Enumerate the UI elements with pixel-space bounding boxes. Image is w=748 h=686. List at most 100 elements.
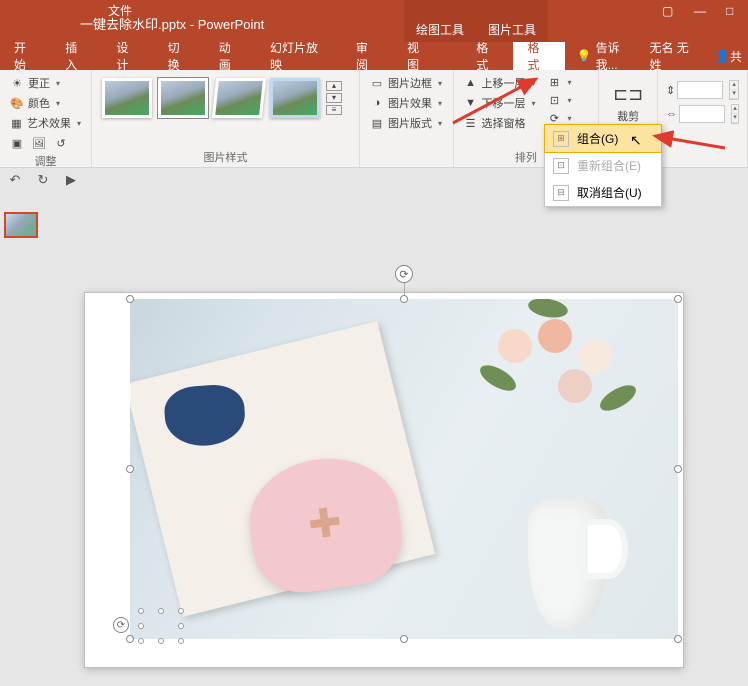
rotate-handle-small[interactable]: ⟳ [113, 617, 129, 633]
rotate-handle[interactable]: ⟳ [395, 265, 413, 283]
width-input[interactable] [679, 105, 725, 123]
tell-me-search[interactable]: 💡 告诉我... [577, 42, 640, 70]
tell-me-label: 告诉我... [596, 39, 640, 73]
resize-handle-n[interactable] [400, 295, 408, 303]
minimize-icon[interactable]: ― [694, 4, 706, 16]
resize-handle-s[interactable] [400, 635, 408, 643]
crop-label[interactable]: 裁剪 [614, 108, 642, 124]
slide-canvas-area[interactable]: ⟳ [44, 192, 748, 686]
chevron-up-icon[interactable]: ▴ [326, 81, 342, 91]
selection-pane-button[interactable]: ☰ 选择窗格 [462, 114, 538, 132]
compress-icon[interactable]: ▣ [10, 136, 24, 150]
group-button[interactable]: ⊡▾ [546, 92, 574, 108]
account-name[interactable]: 无名 无姓 [639, 42, 709, 70]
picture-style-item[interactable] [212, 78, 266, 118]
share-icon: 👤 [715, 49, 730, 63]
slide-thumbnail-1[interactable] [4, 212, 38, 238]
resize-handle[interactable] [138, 623, 144, 629]
slideshow-icon[interactable]: ▶ [64, 173, 78, 187]
artistic-icon: ▦ [10, 116, 23, 130]
group-adjust: ☀ 更正 ▾ 🎨 颜色 ▾ ▦ 艺术效果 ▾ ▣ 🖼 ↺ 调整 [0, 70, 92, 167]
color-button[interactable]: 🎨 颜色 ▾ [8, 94, 83, 112]
ribbon-options-icon[interactable]: ▢ [662, 4, 674, 16]
artistic-effects-button[interactable]: ▦ 艺术效果 ▾ [8, 114, 83, 132]
share-button[interactable]: 👤 共 [709, 42, 748, 70]
selected-picture[interactable]: ⟳ [130, 299, 678, 639]
picture-style-gallery[interactable]: ▴ ▾ ≡ [100, 74, 344, 122]
align-button[interactable]: ⊞▾ [546, 74, 574, 90]
picture-layout-button[interactable]: ▤ 图片版式 ▾ [368, 114, 445, 132]
picture-style-item[interactable] [158, 78, 208, 118]
tab-view[interactable]: 视图 [393, 42, 444, 70]
effects-icon: ◑ [370, 96, 384, 110]
slide-thumbnail-pane[interactable] [0, 192, 44, 686]
menu-group[interactable]: ⊞ 组合(G) [545, 125, 661, 152]
tab-insert[interactable]: 插入 [51, 42, 102, 70]
change-picture-icon[interactable]: 🖼 [32, 136, 46, 150]
artistic-label: 艺术效果 [27, 115, 71, 131]
gallery-scroll[interactable]: ▴ ▾ ≡ [326, 78, 342, 118]
picture-layout-label: 图片版式 [388, 115, 432, 131]
chevron-down-icon: ▾ [56, 79, 60, 88]
tab-transitions[interactable]: 切换 [154, 42, 205, 70]
tab-review[interactable]: 审阅 [342, 42, 393, 70]
tab-format-picture[interactable]: 格式 [513, 42, 564, 70]
resize-handle-se[interactable] [674, 635, 682, 643]
resize-handle-w[interactable] [126, 465, 134, 473]
resize-handle[interactable] [138, 638, 144, 644]
picture-border-button[interactable]: ▭ 图片边框 ▾ [368, 74, 445, 92]
bring-forward-button[interactable]: ▲ 上移一层 ▾ [462, 74, 538, 92]
repeat-icon[interactable]: ↻ [36, 173, 50, 187]
secondary-selected-shape[interactable]: ⟳ [141, 611, 181, 641]
undo-icon[interactable]: ↶ [8, 173, 22, 187]
resize-handle-e[interactable] [674, 465, 682, 473]
picture-effects-button[interactable]: ◑ 图片效果 ▾ [368, 94, 445, 112]
resize-handle[interactable] [178, 623, 184, 629]
slide-canvas[interactable]: ⟳ [84, 292, 684, 668]
resize-handle[interactable] [178, 638, 184, 644]
chevron-down-icon[interactable]: ▾ [326, 93, 342, 103]
chevron-down-icon: ▾ [438, 119, 442, 128]
height-input[interactable] [677, 81, 723, 99]
selection-pane-icon: ☰ [464, 116, 478, 130]
menu-ungroup-label: 取消组合(U) [577, 184, 642, 201]
chevron-down-icon: ▾ [532, 99, 536, 108]
vase-graphic [498, 429, 638, 629]
resize-handle[interactable] [158, 638, 164, 644]
resize-handle[interactable] [138, 608, 144, 614]
corrections-button[interactable]: ☀ 更正 ▾ [8, 74, 83, 92]
height-spinner[interactable]: ▴▾ [729, 80, 739, 100]
resize-handle-sw[interactable] [126, 635, 134, 643]
group-picture-format-opts: ▭ 图片边框 ▾ ◑ 图片效果 ▾ ▤ 图片版式 ▾ [360, 70, 454, 167]
tab-animations[interactable]: 动画 [205, 42, 256, 70]
width-row: ⇔ ▴▾ [666, 104, 739, 124]
menu-ungroup[interactable]: ⊟ 取消组合(U) [545, 179, 661, 206]
reset-picture-icon[interactable]: ↺ [54, 136, 68, 150]
width-spinner[interactable]: ▴▾ [731, 104, 739, 124]
more-icon[interactable]: ≡ [326, 105, 342, 115]
group-label-adjust: 调整 [8, 151, 83, 171]
tab-design[interactable]: 设计 [102, 42, 153, 70]
resize-handle-ne[interactable] [674, 295, 682, 303]
tab-format-drawing[interactable]: 格式 [462, 42, 513, 70]
picture-style-item[interactable] [270, 78, 320, 118]
tab-slideshow[interactable]: 幻灯片放映 [256, 42, 342, 70]
crop-icon[interactable]: ⊏⊐ [614, 80, 642, 108]
workspace: ⟳ [0, 192, 748, 686]
window-title: 一键去除水印.pptx - PowerPoint [80, 14, 264, 33]
layout-icon: ▤ [370, 116, 384, 130]
send-backward-button[interactable]: ▼ 下移一层 ▾ [462, 94, 538, 112]
resize-handle[interactable] [158, 608, 164, 614]
ribbon-tabs: 开始 插入 设计 切换 动画 幻灯片放映 审阅 视图 格式 格式 💡 告诉我..… [0, 42, 748, 70]
regroup-icon: ⊡ [553, 158, 569, 174]
chevron-down-icon: ▾ [568, 114, 572, 123]
chevron-down-icon: ▾ [438, 99, 442, 108]
chevron-down-icon: ▾ [77, 119, 81, 128]
menu-regroup-label: 重新组合(E) [577, 157, 641, 174]
send-backward-icon: ▼ [464, 96, 478, 110]
restore-icon[interactable]: □ [726, 4, 738, 16]
resize-handle[interactable] [178, 608, 184, 614]
picture-style-item[interactable] [102, 78, 152, 118]
resize-handle-nw[interactable] [126, 295, 134, 303]
tab-home[interactable]: 开始 [0, 42, 51, 70]
